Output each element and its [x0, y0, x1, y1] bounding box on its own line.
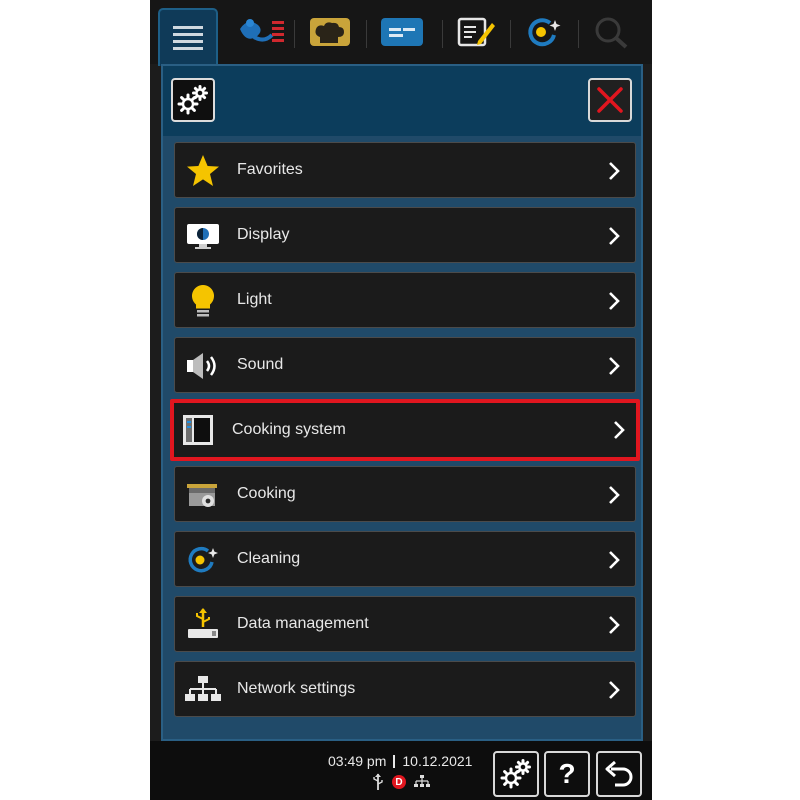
chevron-right-icon: [614, 421, 625, 439]
cleaning-icon: [528, 18, 561, 47]
cooking-pot-icon: [183, 475, 223, 515]
device-screen: Favorites Display Light Sound Cooking sy…: [150, 0, 652, 800]
tab-cleaning[interactable]: [514, 6, 574, 58]
edit-program-icon: [457, 17, 495, 47]
back-arrow-icon: [605, 760, 633, 787]
intelligent-cooking-icon: [240, 19, 284, 42]
settings-button[interactable]: [171, 78, 215, 122]
close-icon: [597, 87, 623, 113]
status-icons: D: [372, 772, 430, 792]
tab-menu[interactable]: [158, 8, 218, 66]
menu-item-light[interactable]: Light: [174, 272, 636, 328]
tab-cooking-paths[interactable]: [372, 6, 432, 58]
menu-item-sound[interactable]: Sound: [174, 337, 636, 393]
tab-intelligent-cooking[interactable]: [232, 6, 292, 58]
menu-item-label: Light: [237, 291, 272, 308]
menu-item-label: Data management: [237, 615, 369, 632]
panel-header: [163, 66, 641, 136]
menu-item-label: Cleaning: [237, 550, 301, 567]
top-tab-bar: [150, 0, 652, 66]
menu-item-favorites[interactable]: Favorites: [174, 142, 636, 198]
menu-item-label: Cooking system: [232, 421, 346, 438]
close-button[interactable]: [588, 78, 632, 122]
menu-item-label: Favorites: [237, 161, 303, 178]
usb-status-icon: [373, 773, 383, 790]
settings-panel: Favorites Display Light Sound Cooking sy…: [161, 64, 643, 741]
d-status-badge: D: [392, 775, 406, 789]
star-icon: [183, 151, 223, 191]
cooking-paths-icon: [381, 18, 423, 46]
menu-item-data-management[interactable]: Data management: [174, 596, 636, 652]
datetime: 03:49 pm 10.12.2021: [328, 753, 472, 769]
chevron-right-icon: [609, 681, 620, 699]
menu-icon: [173, 26, 203, 50]
tab-edit[interactable]: [446, 6, 506, 58]
menu-item-label: Network settings: [237, 680, 356, 697]
menu-item-cooking[interactable]: Cooking: [174, 466, 636, 522]
menu-item-display[interactable]: Display: [174, 207, 636, 263]
gear-icon: [500, 759, 531, 789]
menu-item-cleaning[interactable]: Cleaning: [174, 531, 636, 587]
chevron-right-icon: [609, 292, 620, 310]
menu-item-network-settings[interactable]: Network settings: [174, 661, 636, 717]
time-display: 03:49 pm: [328, 753, 387, 769]
gear-icon: [177, 85, 208, 115]
help-button[interactable]: ?: [544, 751, 590, 797]
back-button[interactable]: [596, 751, 642, 797]
chevron-right-icon: [609, 162, 620, 180]
usb-icon: [183, 605, 223, 645]
speaker-icon: [183, 346, 223, 386]
display-icon: [183, 216, 223, 256]
tab-chef[interactable]: [300, 6, 360, 58]
network-status-icon: [414, 775, 430, 787]
cooking-system-icon: [178, 410, 218, 450]
search-icon: [595, 17, 628, 49]
tab-search[interactable]: [582, 6, 642, 58]
network-icon: [183, 670, 223, 710]
menu-item-label: Sound: [237, 356, 284, 373]
chevron-right-icon: [609, 551, 620, 569]
chevron-right-icon: [609, 616, 620, 634]
menu-item-label: Display: [237, 226, 290, 243]
chevron-right-icon: [609, 227, 620, 245]
chevron-right-icon: [609, 357, 620, 375]
chevron-right-icon: [609, 486, 620, 504]
chef-hat-icon: [310, 18, 350, 46]
cleaning-icon: [183, 540, 223, 580]
menu-item-cooking-system[interactable]: Cooking system: [170, 399, 640, 461]
date-display: 10.12.2021: [402, 753, 473, 769]
status-bar: 03:49 pm 10.12.2021 D ?: [150, 741, 652, 800]
footer-settings-button[interactable]: [493, 751, 539, 797]
help-icon: ?: [558, 758, 576, 789]
light-bulb-icon: [183, 281, 223, 321]
menu-item-label: Cooking: [237, 485, 296, 502]
